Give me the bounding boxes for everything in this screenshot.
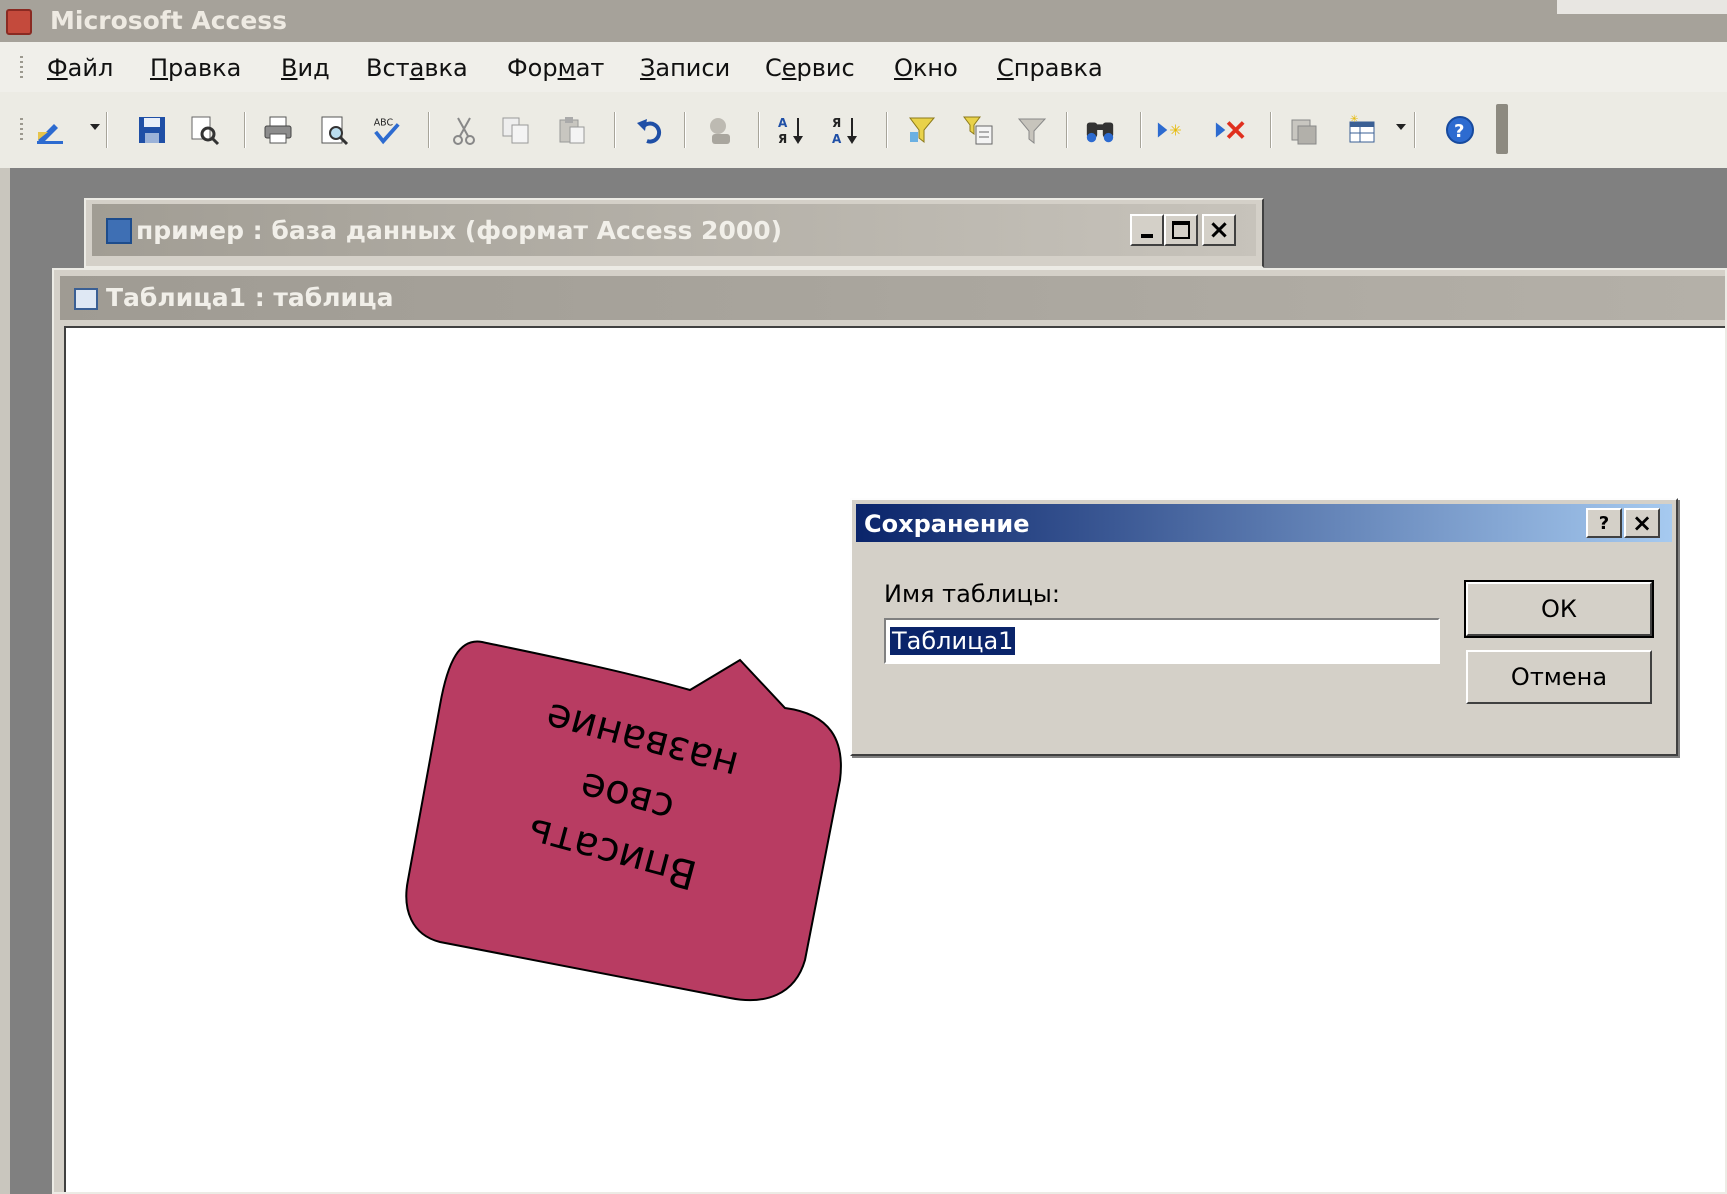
menu-records[interactable]: Записи xyxy=(640,54,730,82)
table-design-area[interactable] xyxy=(64,326,1725,1192)
table-name-input[interactable]: Таблица1 xyxy=(884,618,1440,664)
ok-button[interactable]: ОК xyxy=(1464,580,1654,638)
svg-text:?: ? xyxy=(1454,121,1464,142)
save-dialog-title-bar[interactable]: Сохранение ? × xyxy=(856,504,1672,542)
maximize-button[interactable] xyxy=(1164,214,1198,246)
save-dialog: Сохранение ? × Имя таблицы: Таблица1 ОК … xyxy=(850,498,1678,756)
dialog-help-button[interactable]: ? xyxy=(1586,508,1622,538)
toolbar-separator xyxy=(886,112,888,148)
menu-window[interactable]: Окно xyxy=(894,54,958,82)
app-title-bar: Microsoft Access xyxy=(0,0,1727,42)
filter-by-selection-icon[interactable] xyxy=(906,114,938,146)
maximize-icon xyxy=(1172,221,1190,239)
database-window-title: пример : база данных (формат Access 2000… xyxy=(136,216,783,245)
menu-help[interactable]: Справка xyxy=(997,54,1103,82)
svg-text:Я: Я xyxy=(778,132,787,146)
menu-format[interactable]: Формат xyxy=(507,54,604,82)
toolbar-separator xyxy=(428,112,430,148)
copy-icon[interactable] xyxy=(500,114,532,146)
svg-text:ABC: ABC xyxy=(374,117,394,128)
toolbar-separator xyxy=(614,112,616,148)
save-icon[interactable] xyxy=(136,114,168,146)
menu-edit[interactable]: Правка xyxy=(150,54,241,82)
cut-icon[interactable] xyxy=(448,114,480,146)
table-name-value: Таблица1 xyxy=(890,627,1016,655)
svg-text:✳: ✳ xyxy=(1169,122,1182,140)
database-toolbar: ABC АЯ ЯА ✳ ✳ ? xyxy=(0,92,1727,168)
sort-ascending-icon[interactable]: АЯ xyxy=(776,114,808,146)
dialog-close-button[interactable]: × xyxy=(1624,508,1660,538)
paste-icon[interactable] xyxy=(556,114,588,146)
new-object-icon[interactable]: ✳ xyxy=(1346,114,1378,146)
database-icon xyxy=(106,218,132,244)
menu-file[interactable]: Файл xyxy=(47,54,113,82)
svg-text:Я: Я xyxy=(832,116,841,130)
close-icon: × xyxy=(1208,215,1230,245)
new-record-icon[interactable]: ✳ xyxy=(1156,114,1188,146)
delete-record-icon[interactable] xyxy=(1214,114,1246,146)
close-button[interactable]: × xyxy=(1202,214,1236,246)
print-icon[interactable] xyxy=(262,114,294,146)
close-icon: × xyxy=(1631,509,1653,537)
view-dropdown-arrow-icon[interactable] xyxy=(90,124,100,130)
menu-grip[interactable] xyxy=(20,56,23,80)
database-window[interactable]: пример : база данных (формат Access 2000… xyxy=(84,198,1264,268)
toolbar-separator xyxy=(1140,112,1142,148)
svg-text:А: А xyxy=(832,132,842,146)
minimize-icon xyxy=(1141,234,1153,238)
access-key-icon xyxy=(6,9,32,35)
title-bar-decoration xyxy=(1557,0,1727,14)
toolbar-separator xyxy=(684,112,686,148)
database-window-icon[interactable] xyxy=(1288,114,1320,146)
undo-icon[interactable] xyxy=(634,114,666,146)
table-window-title-bar[interactable]: Таблица1 : таблица xyxy=(60,276,1725,320)
app-title: Microsoft Access xyxy=(50,6,288,35)
search-icon[interactable] xyxy=(188,114,220,146)
menu-bar: Файл Правка Вид Вставка Формат Записи Се… xyxy=(0,42,1727,93)
menu-insert[interactable]: Вставка xyxy=(366,54,468,82)
hint-callout: Вписать свое название xyxy=(400,630,850,1010)
sort-descending-icon[interactable]: ЯА xyxy=(830,114,862,146)
svg-text:✳: ✳ xyxy=(1350,114,1358,125)
new-object-dropdown-arrow-icon[interactable] xyxy=(1396,124,1406,130)
save-dialog-title: Сохранение xyxy=(864,510,1030,538)
access-application: Microsoft Access Файл Правка Вид Вставка… xyxy=(0,0,1727,1194)
apply-filter-icon[interactable] xyxy=(1016,114,1048,146)
menu-tools[interactable]: Сервис xyxy=(765,54,855,82)
table-name-label: Имя таблицы: xyxy=(884,580,1060,608)
find-icon[interactable] xyxy=(1084,114,1116,146)
toolbar-options-icon[interactable] xyxy=(1496,104,1508,154)
minimize-button[interactable] xyxy=(1130,214,1164,246)
toolbar-separator xyxy=(758,112,760,148)
database-window-title-bar[interactable]: пример : база данных (формат Access 2000… xyxy=(92,204,1256,256)
filter-by-form-icon[interactable] xyxy=(962,114,994,146)
table-window-title: Таблица1 : таблица xyxy=(106,283,394,312)
toolbar-separator xyxy=(1270,112,1272,148)
help-question-icon: ? xyxy=(1598,512,1610,534)
svg-text:А: А xyxy=(778,116,788,130)
view-icon[interactable] xyxy=(34,114,66,146)
toolbar-separator xyxy=(1414,112,1416,148)
toolbar-separator xyxy=(106,112,108,148)
office-links-icon[interactable] xyxy=(704,114,736,146)
table-icon xyxy=(74,288,98,310)
spelling-icon[interactable]: ABC xyxy=(370,114,402,146)
print-preview-icon[interactable] xyxy=(318,114,350,146)
toolbar-separator xyxy=(244,112,246,148)
cancel-button[interactable]: Отмена xyxy=(1466,650,1652,704)
toolbar-separator xyxy=(1066,112,1068,148)
menu-view[interactable]: Вид xyxy=(281,54,330,82)
mdi-left-edge xyxy=(0,168,10,1194)
toolbar-grip[interactable] xyxy=(20,118,23,142)
help-icon[interactable]: ? xyxy=(1444,114,1476,146)
